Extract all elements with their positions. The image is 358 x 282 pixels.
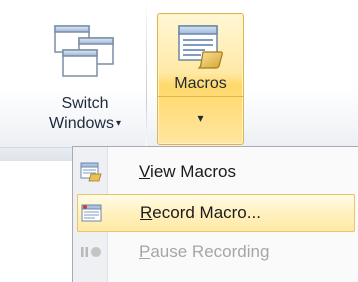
record-macro-icon	[78, 199, 106, 227]
accelerator-key: R	[140, 203, 153, 222]
menu-item-text: ecord Macro...	[152, 203, 261, 222]
macros-label: Macros	[174, 75, 227, 92]
menu-item-pause-recording[interactable]: Pause Recording	[77, 233, 355, 271]
menu-item-record-macro[interactable]: Record Macro...	[77, 194, 355, 232]
macros-split-divider	[158, 96, 243, 97]
switch-windows-icon	[54, 25, 114, 77]
switch-windows-label-line2: Windows ▾	[49, 114, 121, 134]
accelerator-key: V	[139, 162, 151, 181]
menu-item-label: Pause Recording	[139, 242, 269, 262]
switch-windows-label-line1: Switch	[61, 95, 109, 112]
menu-item-text: iew Macros	[150, 162, 237, 181]
pause-recording-icon	[77, 238, 105, 266]
menu-item-label: View Macros	[139, 162, 236, 182]
menu-item-label: Record Macro...	[140, 203, 261, 223]
macros-button[interactable]: Macros ▾	[157, 13, 244, 145]
menu-item-view-macros[interactable]: View Macros	[77, 153, 355, 191]
chevron-down-icon: ▾	[115, 118, 121, 129]
chevron-down-icon[interactable]: ▾	[197, 108, 203, 128]
view-macros-icon	[77, 158, 105, 186]
switch-windows-label-text: Windows	[49, 115, 114, 133]
accelerator-key: P	[139, 242, 151, 261]
macros-dropdown-menu: View Macros Record Macro... Pause Record…	[72, 146, 358, 282]
menu-item-text: ause Recording	[150, 242, 270, 261]
group-separator	[146, 0, 147, 146]
macros-icon	[177, 25, 223, 69]
switch-windows-button[interactable]: Switch Windows ▾	[30, 14, 140, 144]
